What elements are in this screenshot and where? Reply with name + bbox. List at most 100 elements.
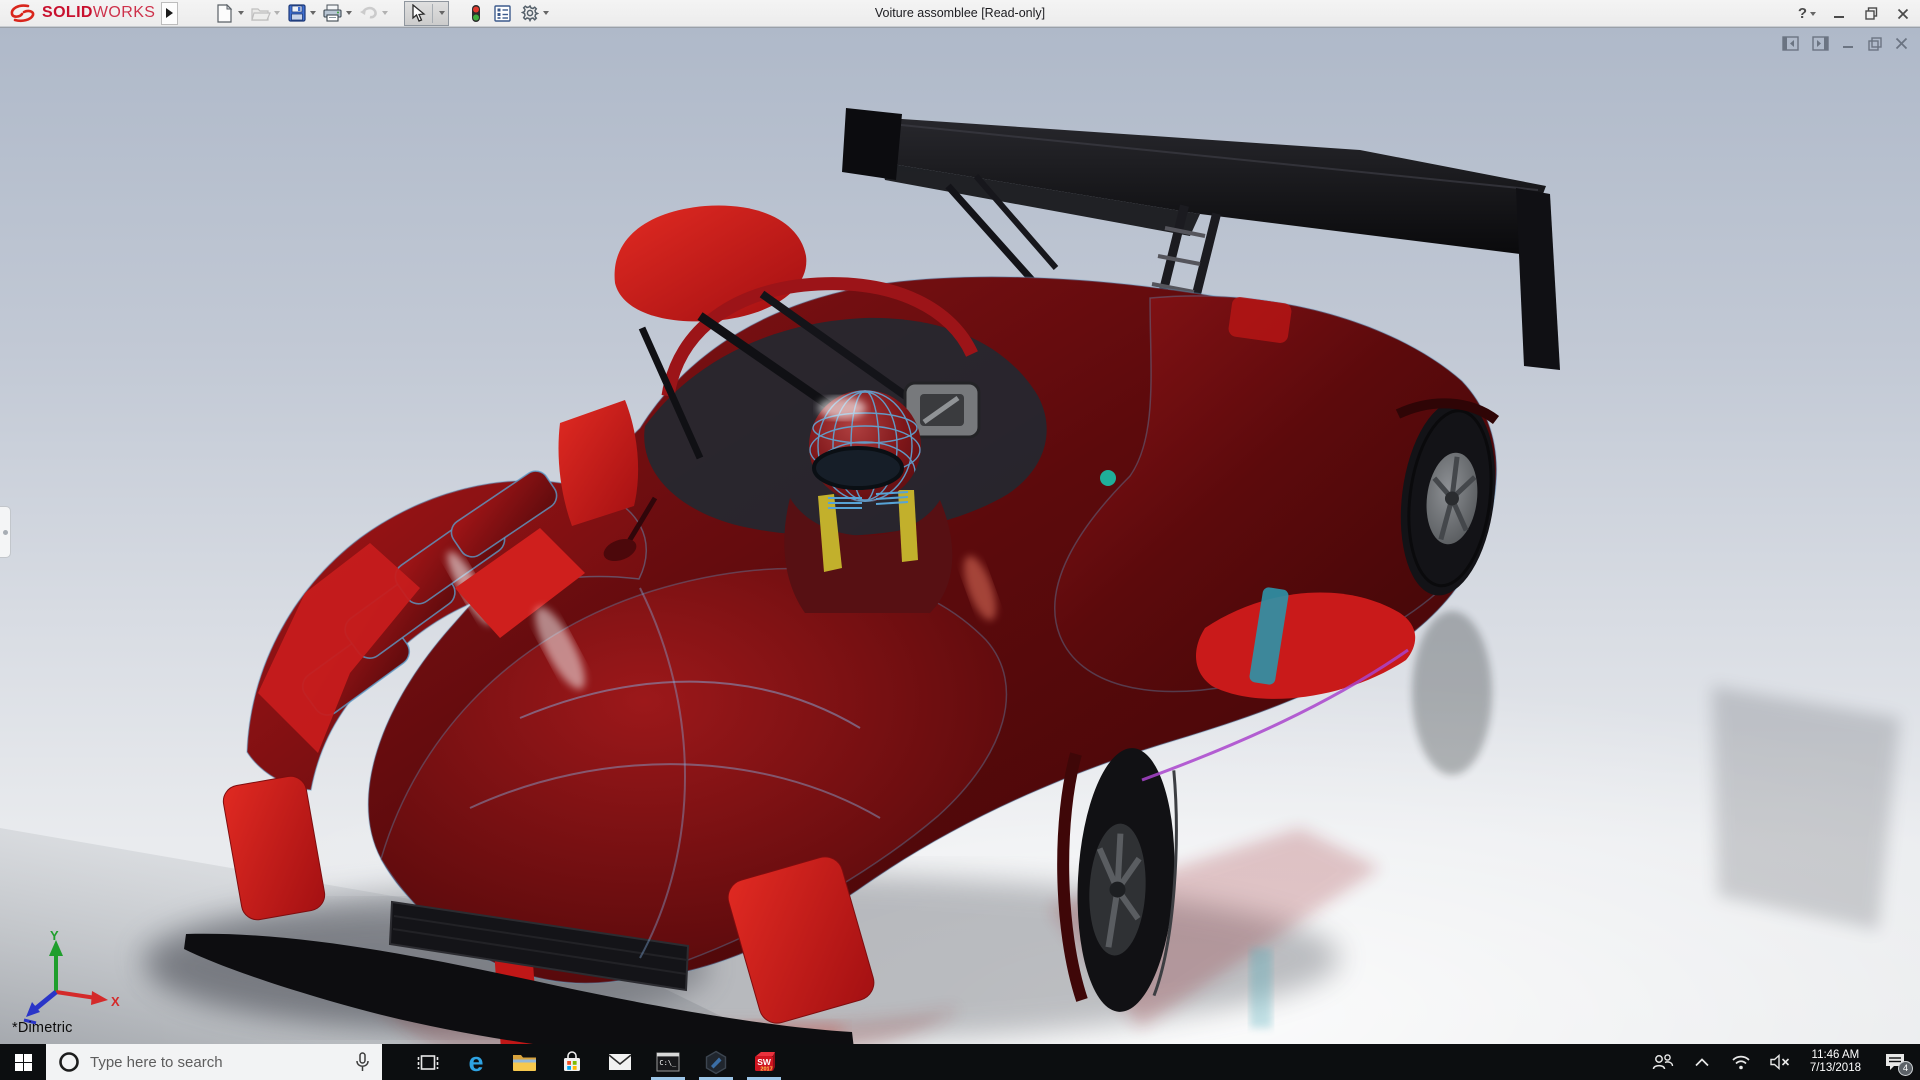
- close-icon: [1897, 8, 1909, 20]
- undo-icon: [358, 3, 379, 24]
- options-button[interactable]: [517, 1, 551, 25]
- print-dropdown-caret[interactable]: [346, 11, 352, 15]
- main-toolbar: [212, 0, 551, 26]
- clock-time: 11:46 AM: [1810, 1049, 1861, 1063]
- view-orientation-label: *Dimetric: [12, 1020, 73, 1036]
- speaker-muted-icon: [1770, 1054, 1790, 1070]
- solidworks-app-button[interactable]: SW 2017: [740, 1044, 788, 1080]
- viewport-restore-button[interactable]: [1868, 37, 1882, 51]
- solidworks-logo-icon: [8, 3, 38, 23]
- volume-button[interactable]: [1765, 1044, 1795, 1080]
- taskbar-apps: e: [404, 1044, 788, 1080]
- mail-button[interactable]: [596, 1044, 644, 1080]
- solidworks-2017-icon: SW 2017: [752, 1050, 777, 1075]
- featuremanager-pane-handle[interactable]: [0, 506, 11, 558]
- sw-year: 2017: [760, 1066, 772, 1072]
- triad-x-label: X: [111, 994, 120, 1009]
- open-button[interactable]: [248, 1, 282, 25]
- solidworks-window: SOLIDWORKS: [0, 0, 1920, 1080]
- taskbar-clock[interactable]: 11:46 AM 7/13/2018: [1804, 1049, 1867, 1076]
- people-icon: [1652, 1053, 1674, 1071]
- taskbar-search[interactable]: [46, 1044, 382, 1080]
- brand-text: SOLIDWORKS: [42, 4, 155, 22]
- brand-solid: SOLID: [42, 4, 93, 21]
- expand-arrow-icon: [166, 8, 173, 18]
- task-view-icon: [417, 1053, 439, 1072]
- teal-detail: [1100, 470, 1116, 486]
- show-hidden-icons-button[interactable]: [1687, 1044, 1717, 1080]
- open-dropdown-caret[interactable]: [274, 11, 280, 15]
- graphics-viewport[interactable]: Y X *Dimetric: [0, 27, 1920, 1044]
- window-title: Voiture assomblee [Read-only]: [875, 6, 1045, 20]
- hexagon-app-button[interactable]: [692, 1044, 740, 1080]
- store-button[interactable]: [548, 1044, 596, 1080]
- select-split: [432, 4, 433, 23]
- helmet-visor: [814, 448, 902, 488]
- microphone-icon[interactable]: [355, 1052, 370, 1072]
- action-center-button[interactable]: 4: [1876, 1044, 1914, 1080]
- restore-button[interactable]: [1862, 5, 1880, 23]
- toolbar-separator: [392, 13, 402, 14]
- select-dropdown-caret[interactable]: [439, 11, 445, 15]
- viewport-close-button[interactable]: [1895, 37, 1908, 50]
- edge-button[interactable]: e: [452, 1044, 500, 1080]
- options-dropdown-caret[interactable]: [543, 11, 549, 15]
- new-dropdown-caret[interactable]: [238, 11, 244, 15]
- title-bar: SOLIDWORKS: [0, 0, 1920, 27]
- mail-icon: [608, 1053, 632, 1071]
- undo-button[interactable]: [356, 1, 390, 25]
- task-view-button[interactable]: [404, 1044, 452, 1080]
- select-tool-button[interactable]: [404, 1, 449, 26]
- pane-handle-dot: [3, 530, 8, 535]
- file-explorer-icon: [512, 1052, 537, 1072]
- clock-date: 7/13/2018: [1810, 1062, 1861, 1076]
- notification-badge: 4: [1898, 1061, 1913, 1076]
- edge-icon: e: [468, 1049, 483, 1076]
- cortana-icon: [58, 1051, 80, 1073]
- help-icon: ?: [1798, 5, 1807, 22]
- viewport-minimize-button[interactable]: [1842, 37, 1855, 50]
- people-button[interactable]: [1648, 1044, 1678, 1080]
- brand-works: WORKS: [93, 4, 155, 21]
- chevron-up-icon: [1695, 1058, 1709, 1067]
- save-dropdown-caret[interactable]: [310, 11, 316, 15]
- minimize-icon: [1833, 8, 1845, 20]
- gear-icon: [519, 3, 540, 24]
- traffic-light-icon: [465, 3, 486, 24]
- network-button[interactable]: [1726, 1044, 1756, 1080]
- menu-expander-button[interactable]: [161, 2, 178, 25]
- new-document-button[interactable]: [212, 1, 246, 25]
- save-button[interactable]: [284, 1, 318, 25]
- hexagon-app-icon: [704, 1050, 728, 1075]
- store-icon: [561, 1051, 583, 1073]
- collapse-pane-left-button[interactable]: [1782, 36, 1799, 51]
- search-input[interactable]: [90, 1054, 345, 1071]
- expand-pane-right-button[interactable]: [1812, 36, 1829, 51]
- wifi-icon: [1731, 1054, 1751, 1070]
- orientation-triad: Y X: [14, 928, 124, 1028]
- triad-y-label: Y: [50, 928, 59, 943]
- start-button[interactable]: [0, 1044, 46, 1080]
- minimize-button[interactable]: [1830, 5, 1848, 23]
- help-button[interactable]: ?: [1798, 5, 1816, 22]
- print-button[interactable]: [320, 1, 354, 25]
- new-document-icon: [214, 3, 235, 24]
- command-prompt-button[interactable]: C:\_: [644, 1044, 692, 1080]
- report-list-icon: [492, 3, 513, 24]
- file-explorer-button[interactable]: [500, 1044, 548, 1080]
- system-tray: 11:46 AM 7/13/2018 4: [1648, 1044, 1920, 1080]
- windows-logo-icon: [15, 1054, 32, 1071]
- products-status-button[interactable]: [463, 1, 488, 25]
- solidworks-logo: SOLIDWORKS: [0, 0, 155, 26]
- help-dropdown-caret[interactable]: [1810, 12, 1816, 16]
- undo-dropdown-caret[interactable]: [382, 11, 388, 15]
- cmd-prompt-text: C:\_: [659, 1059, 677, 1067]
- select-cursor-icon: [408, 3, 429, 24]
- open-folder-icon: [250, 3, 271, 24]
- save-icon: [286, 3, 307, 24]
- windows-taskbar: e: [0, 1044, 1920, 1080]
- task-pane-button[interactable]: [490, 1, 515, 25]
- close-button[interactable]: [1894, 5, 1912, 23]
- command-prompt-icon: C:\_: [656, 1052, 680, 1072]
- restore-icon: [1865, 7, 1878, 20]
